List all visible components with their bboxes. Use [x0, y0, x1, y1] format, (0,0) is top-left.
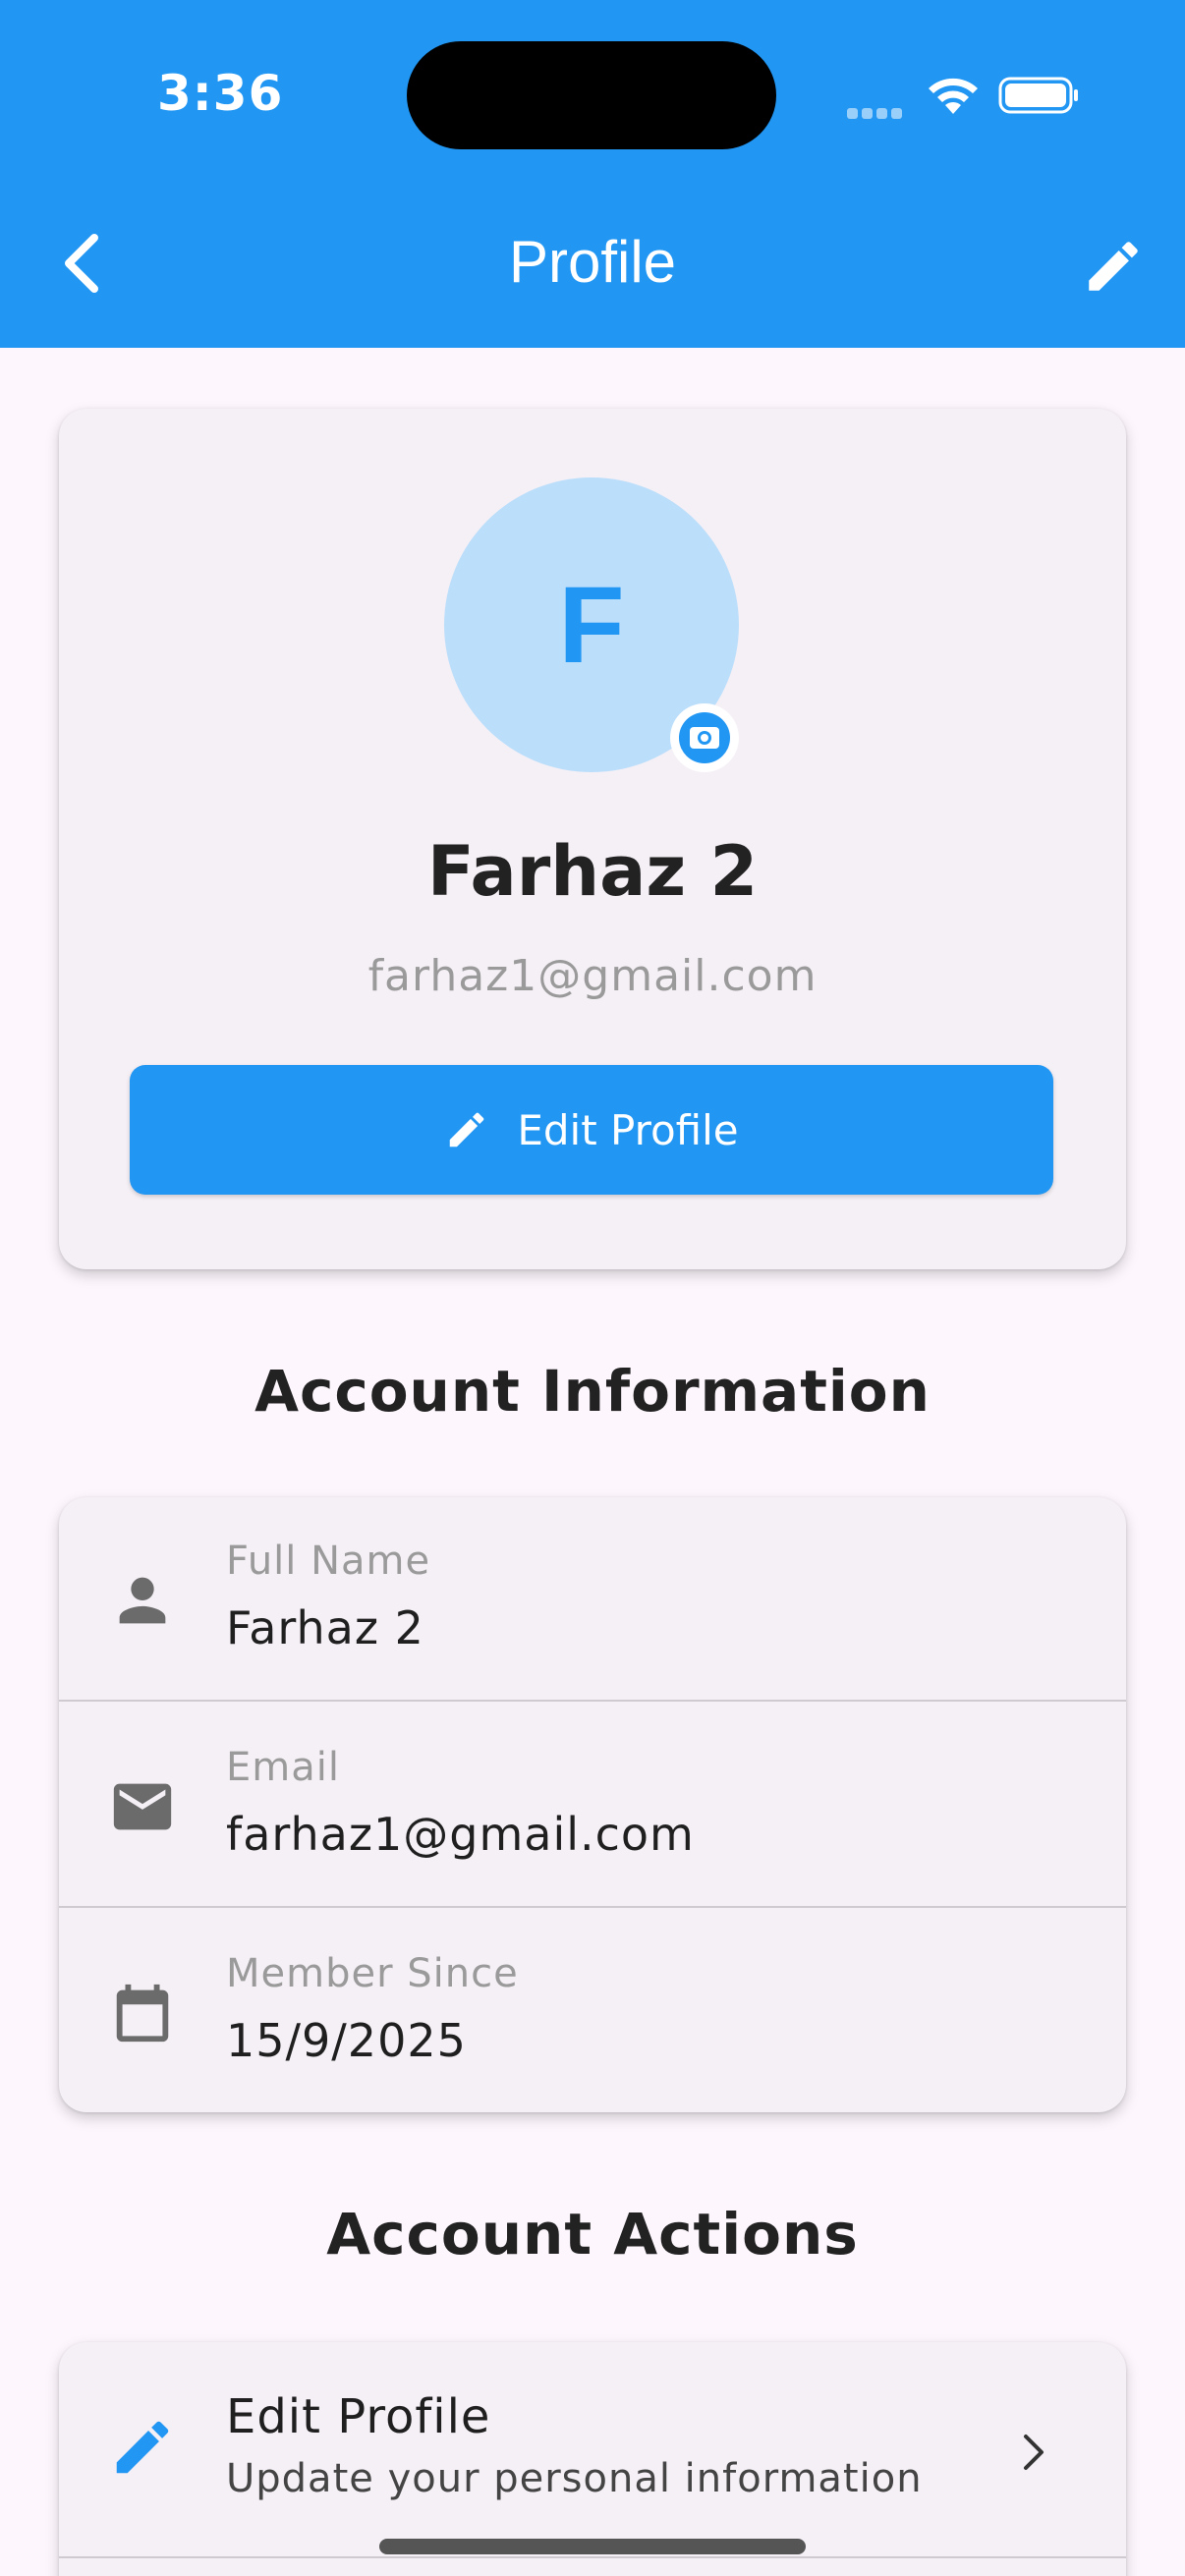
change-photo-button[interactable]: [670, 703, 739, 772]
profile-card: F Farhaz 2 farhaz1@gmail.com Edit Profil…: [59, 409, 1126, 1269]
pencil-icon: [116, 2421, 169, 2474]
profile-screen: 3:36 Profile F Farhaz 2 farhaz1@gmail.co…: [0, 0, 1185, 2576]
cellular-signal-icon: [847, 104, 910, 119]
divider: [59, 1906, 1126, 1908]
email-label: Email: [226, 1745, 340, 1790]
divider: [59, 2556, 1126, 2558]
home-indicator[interactable]: [379, 2539, 806, 2554]
battery-icon: [998, 77, 1078, 114]
edit-profile-button[interactable]: Edit Profile: [130, 1065, 1053, 1195]
info-row-member-since: Member Since 15/9/2025: [59, 1910, 1126, 2114]
status-time: 3:36: [157, 65, 284, 122]
dynamic-island: [407, 41, 776, 149]
camera-icon: [679, 712, 730, 763]
edit-profile-button-label: Edit Profile: [517, 1105, 739, 1154]
member-since-label: Member Since: [226, 1951, 519, 1996]
account-information-card: Full Name Farhaz 2 Email farhaz1@gmail.c…: [59, 1497, 1126, 2112]
info-row-full-name: Full Name Farhaz 2: [59, 1497, 1126, 1702]
divider: [59, 1700, 1126, 1702]
chevron-right-icon: [1024, 2435, 1044, 2470]
profile-email: farhaz1@gmail.com: [367, 951, 818, 1001]
email-icon: [113, 1783, 172, 1830]
page-title: Profile: [508, 229, 677, 295]
action-subtitle: Update your personal information: [226, 2456, 923, 2501]
email-value: farhaz1@gmail.com: [226, 1808, 695, 1861]
full-name-label: Full Name: [226, 1539, 431, 1584]
info-row-email: Email farhaz1@gmail.com: [59, 1704, 1126, 1908]
edit-pencil-icon[interactable]: [1081, 234, 1146, 299]
action-title: Edit Profile: [226, 2389, 491, 2444]
profile-name: Farhaz 2: [426, 831, 759, 912]
action-edit-profile[interactable]: Edit Profile Update your personal inform…: [59, 2342, 1126, 2556]
account-information-title: Account Information: [254, 1358, 931, 1425]
full-name-value: Farhaz 2: [226, 1601, 424, 1654]
pencil-icon: [450, 1112, 484, 1148]
member-since-value: 15/9/2025: [226, 2014, 467, 2067]
person-icon: [119, 1577, 166, 1624]
wifi-icon: [929, 78, 978, 114]
calendar-icon: [116, 1984, 169, 2043]
account-actions-title: Account Actions: [326, 2201, 859, 2268]
app-bar: 3:36 Profile: [0, 0, 1185, 348]
